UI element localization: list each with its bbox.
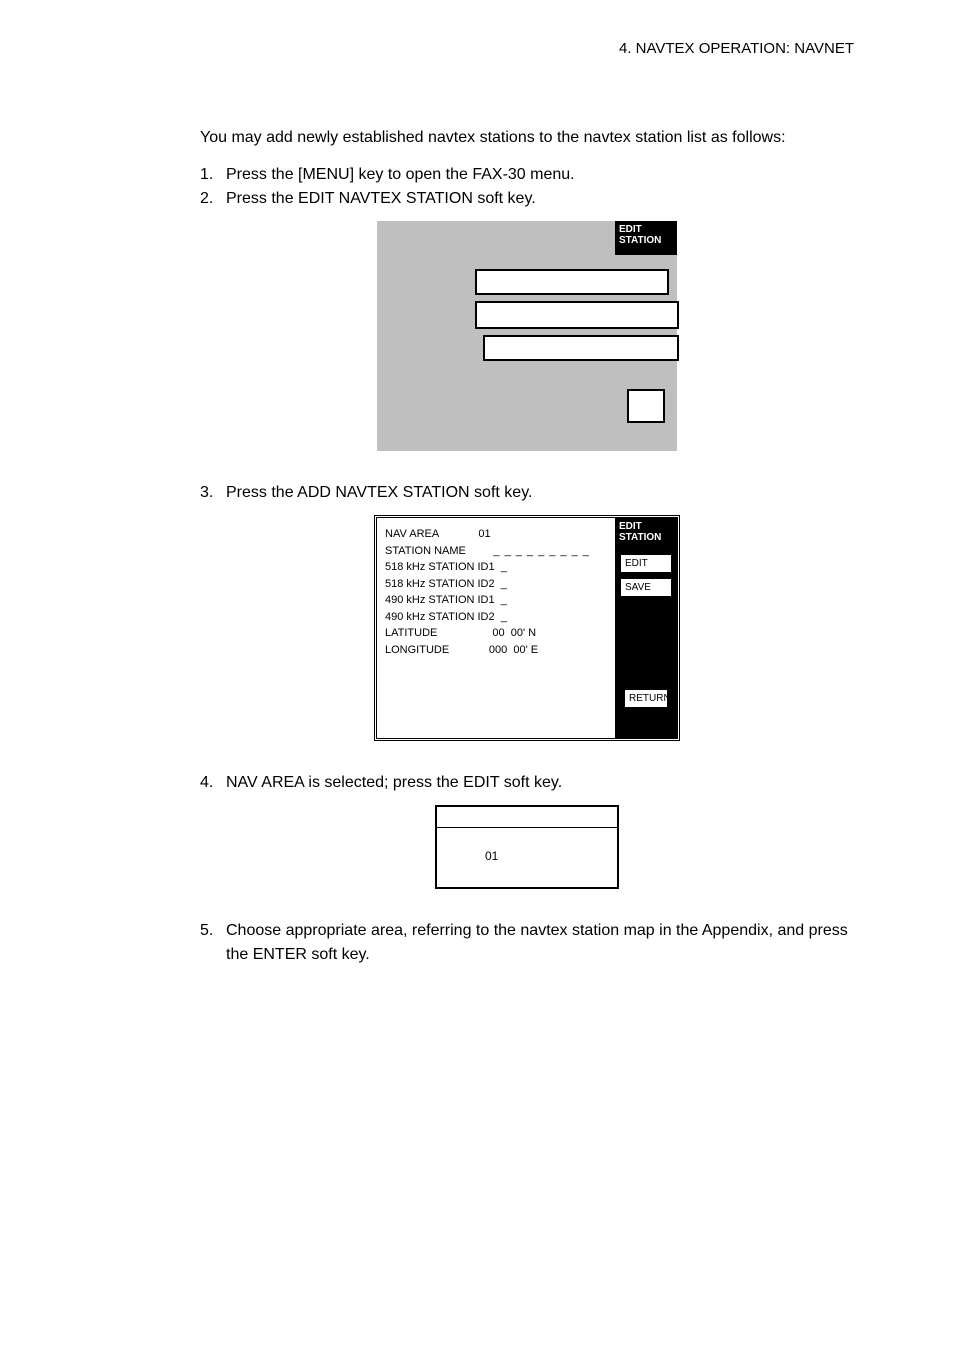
nav-area-edit-titlebar — [437, 807, 617, 828]
edit-softkey[interactable]: EDIT — [619, 553, 673, 574]
r518-id2-label: 518 kHz STATION ID2 — [385, 578, 495, 590]
intro-paragraph: You may add newly established navtex sta… — [200, 127, 854, 149]
r518-id1-label: 518 kHz STATION ID1 — [385, 561, 495, 573]
lon-val: 000 00' E — [489, 644, 538, 656]
step-5: 5. Choose appropriate area, referring to… — [200, 919, 854, 967]
add-navtex-station-screen: NAV AREA 01 STATION NAME _ _ _ _ _ _ _ _… — [374, 515, 680, 741]
nav-area-edit-value: 01 — [485, 849, 498, 863]
r490-id2-val: _ — [501, 611, 507, 623]
step-1: 1. Press the [MENU] key to open the FAX-… — [200, 163, 854, 187]
edit-station-tab-line1: EDIT — [619, 224, 642, 235]
row-490-id2: 490 kHz STATION ID2 _ — [385, 609, 607, 626]
row-latitude: LATITUDE 00 00' N — [385, 625, 607, 642]
step-3-text: Press the ADD NAVTEX STATION soft key. — [226, 481, 532, 505]
station-form: NAV AREA 01 STATION NAME _ _ _ _ _ _ _ _… — [385, 526, 607, 658]
row-nav-area: NAV AREA 01 — [385, 526, 607, 543]
softkey-slot-1[interactable] — [475, 269, 669, 295]
step-1-num: 1. — [200, 163, 226, 187]
edit-station-tab-2[interactable]: EDIT STATION — [615, 518, 677, 550]
step-3-num: 3. — [200, 481, 226, 505]
nav-area-val: 01 — [478, 528, 490, 540]
step-2: 2. Press the EDIT NAVTEX STATION soft ke… — [200, 187, 854, 211]
nav-area-label: NAV AREA — [385, 528, 439, 540]
station-name-val: _ _ _ _ _ _ _ _ _ — [493, 545, 590, 557]
softkey-slot-3[interactable] — [483, 335, 679, 361]
lat-label: LATITUDE — [385, 627, 437, 639]
edit-station-tab[interactable]: EDIT STATION — [615, 221, 677, 255]
step-4-num: 4. — [200, 771, 226, 795]
r490-id1-label: 490 kHz STATION ID1 — [385, 594, 495, 606]
step-4: 4. NAV AREA is selected; press the EDIT … — [200, 771, 854, 795]
step-4-text: NAV AREA is selected; press the EDIT sof… — [226, 771, 562, 795]
step-5-num: 5. — [200, 919, 226, 967]
r518-id1-val: _ — [501, 561, 507, 573]
page-header: 4. NAVTEX OPERATION: NAVNET — [200, 40, 854, 57]
r490-id1-val: _ — [501, 594, 507, 606]
row-station-name: STATION NAME _ _ _ _ _ _ _ _ _ — [385, 543, 607, 560]
return-softkey[interactable]: RETURN — [623, 688, 669, 709]
lat-val: 00 00' N — [492, 627, 536, 639]
step-2-text: Press the EDIT NAVTEX STATION soft key. — [226, 187, 536, 211]
row-518-id1: 518 kHz STATION ID1 _ — [385, 559, 607, 576]
step-5-text: Choose appropriate area, referring to th… — [226, 919, 854, 967]
nav-area-edit-window: 01 — [435, 805, 619, 889]
softkey-column: EDIT STATION EDIT SAVE RETURN — [615, 518, 677, 738]
row-longitude: LONGITUDE 000 00' E — [385, 642, 607, 659]
edit-station-tab2-line2: STATION — [619, 532, 661, 543]
edit-station-tab2-line1: EDIT — [619, 521, 642, 532]
step-1-text: Press the [MENU] key to open the FAX-30 … — [226, 163, 575, 187]
save-softkey[interactable]: SAVE — [619, 577, 673, 598]
station-name-label: STATION NAME — [385, 545, 466, 557]
softkey-slot-2[interactable] — [475, 301, 679, 329]
row-518-id2: 518 kHz STATION ID2 _ — [385, 576, 607, 593]
r490-id2-label: 490 kHz STATION ID2 — [385, 611, 495, 623]
step-2-num: 2. — [200, 187, 226, 211]
lon-label: LONGITUDE — [385, 644, 449, 656]
row-490-id1: 490 kHz STATION ID1 _ — [385, 592, 607, 609]
softkey-slot-4[interactable] — [627, 389, 665, 423]
edit-station-tab-line2: STATION — [619, 235, 661, 246]
step-3: 3. Press the ADD NAVTEX STATION soft key… — [200, 481, 854, 505]
r518-id2-val: _ — [501, 578, 507, 590]
edit-station-grey-screen: EDIT STATION — [377, 221, 677, 451]
